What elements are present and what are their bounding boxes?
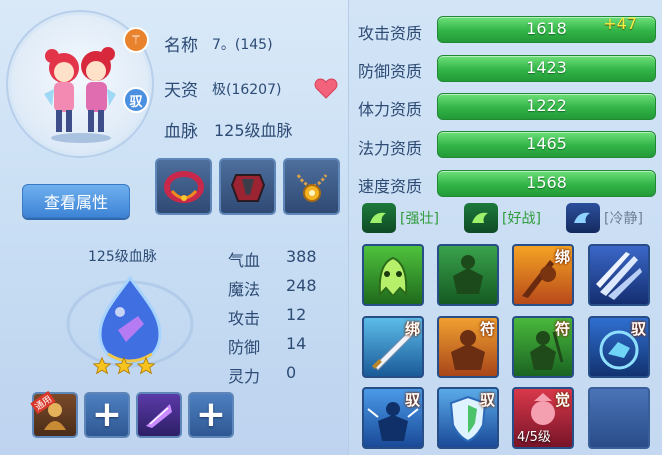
aptitude-magic-label: 法力资质 bbox=[358, 139, 423, 158]
ride-tag: 驭 bbox=[404, 391, 420, 409]
trait-strong-label: [强壮] bbox=[400, 211, 439, 227]
bloodline-slot-item-2[interactable] bbox=[136, 392, 182, 438]
bloodline-title: 125级血脉 bbox=[88, 249, 157, 265]
add-slot-button-2[interactable]: + bbox=[188, 392, 234, 438]
stat-attack-label: 攻击 bbox=[228, 309, 261, 328]
ride-badge-icon: 驭 bbox=[123, 87, 149, 113]
aptitude-attack-label: 攻击资质 bbox=[358, 24, 423, 43]
trait-calm[interactable]: [冷静] bbox=[566, 203, 643, 233]
talisman-tag: 符 bbox=[479, 320, 495, 338]
aptitude-speed-bar: 1568 bbox=[437, 170, 656, 197]
aptitude-magic-bar: 1465 bbox=[437, 131, 656, 158]
pet-avatar bbox=[44, 47, 116, 143]
stat-hp-label: 气血 bbox=[228, 251, 261, 270]
talent-value: 极(16207) bbox=[212, 82, 282, 98]
stat-mp-value: 248 bbox=[286, 276, 317, 295]
trait-calm-icon bbox=[566, 203, 600, 233]
aptitude-stamina-value: 1222 bbox=[526, 96, 567, 115]
equipment-slot-collar[interactable] bbox=[155, 158, 212, 215]
talent-label: 天资 bbox=[164, 81, 198, 101]
collar-icon bbox=[163, 170, 204, 203]
trait-warlike[interactable]: [好战] bbox=[464, 203, 541, 233]
skill-slot[interactable]: 驭 bbox=[437, 387, 499, 449]
aptitude-speed-label: 速度资质 bbox=[358, 177, 423, 196]
stat-attack-value: 12 bbox=[286, 305, 307, 324]
skill-slot[interactable] bbox=[437, 244, 499, 306]
bloodline-value: 125级血脉 bbox=[214, 121, 293, 140]
bloodline-stars bbox=[92, 356, 156, 376]
aptitude-defense-bar: 1423 bbox=[437, 55, 656, 82]
stat-defense-value: 14 bbox=[286, 334, 307, 353]
view-attributes-button[interactable]: 查看属性 bbox=[22, 184, 130, 218]
trait-warlike-icon bbox=[464, 203, 498, 233]
trait-strong-icon bbox=[362, 203, 396, 233]
equipment-slot-necklace[interactable] bbox=[283, 158, 340, 215]
bind-tag: 绑 bbox=[404, 320, 420, 338]
aptitude-magic-value: 1465 bbox=[526, 134, 567, 153]
aptitude-attack-bonus: +47 bbox=[603, 14, 637, 33]
aptitude-defense-value: 1423 bbox=[526, 58, 567, 77]
add-slot-button[interactable]: + bbox=[84, 392, 130, 438]
stat-spirit-value: 0 bbox=[286, 363, 297, 382]
skill-slot[interactable]: 驭 bbox=[362, 387, 424, 449]
ride-tag: 驭 bbox=[479, 391, 495, 409]
skill-slot[interactable]: 符 bbox=[437, 316, 499, 378]
skill-slot[interactable] bbox=[588, 244, 650, 306]
armor-icon bbox=[230, 173, 265, 202]
plus-icon: + bbox=[195, 394, 227, 435]
stat-defense-label: 防御 bbox=[228, 338, 261, 357]
blades-skill-icon bbox=[596, 252, 642, 300]
star-icon bbox=[92, 356, 112, 375]
purple-feather-icon bbox=[146, 404, 172, 428]
star-icon bbox=[136, 356, 156, 375]
bind-tag: 绑 bbox=[554, 248, 570, 266]
skill-slot[interactable]: 觉 4/5级 bbox=[512, 387, 574, 449]
stat-hp-value: 388 bbox=[286, 247, 317, 266]
necklace-icon bbox=[296, 173, 327, 202]
strength-skill-icon bbox=[453, 255, 483, 294]
equipment-slot-armor[interactable] bbox=[219, 158, 276, 215]
skill-slot[interactable]: 绑 bbox=[362, 316, 424, 378]
awaken-level: 4/5级 bbox=[517, 430, 551, 445]
skill-slot[interactable] bbox=[362, 244, 424, 306]
name-label: 名称 bbox=[164, 36, 198, 56]
stat-mp-label: 魔法 bbox=[228, 280, 261, 299]
stat-spirit-label: 灵力 bbox=[228, 367, 261, 386]
skill-slot[interactable]: 驭 bbox=[588, 316, 650, 378]
awaken-tag: 觉 bbox=[554, 391, 570, 409]
ghost-skill-icon bbox=[378, 256, 408, 298]
talisman-tag: 符 bbox=[554, 320, 570, 338]
pet-class-badge-icon: ⚚ bbox=[123, 27, 149, 53]
aptitude-stamina-label: 体力资质 bbox=[358, 100, 423, 119]
skill-slot[interactable]: 绑 bbox=[512, 244, 574, 306]
trait-calm-label: [冷静] bbox=[604, 211, 643, 227]
bloodline-label: 血脉 bbox=[164, 122, 198, 142]
name-value: 7。(145) bbox=[212, 37, 273, 53]
trait-warlike-label: [好战] bbox=[502, 211, 541, 227]
aptitude-stamina-bar: 1222 bbox=[437, 93, 656, 120]
aptitude-attack-bar: 1618 +47 bbox=[437, 14, 656, 43]
plus-icon: + bbox=[91, 394, 123, 435]
skill-slot-empty[interactable] bbox=[588, 387, 650, 449]
ride-tag: 驭 bbox=[630, 320, 646, 338]
skill-slot[interactable]: 符 bbox=[512, 316, 574, 378]
aptitude-speed-value: 1568 bbox=[526, 173, 567, 192]
heart-icon[interactable] bbox=[314, 77, 338, 99]
bloodline-slot-item[interactable]: 通用 bbox=[30, 390, 78, 438]
trait-strong[interactable]: [强壮] bbox=[362, 203, 439, 233]
aptitude-defense-label: 防御资质 bbox=[358, 62, 423, 81]
star-icon bbox=[114, 356, 134, 375]
